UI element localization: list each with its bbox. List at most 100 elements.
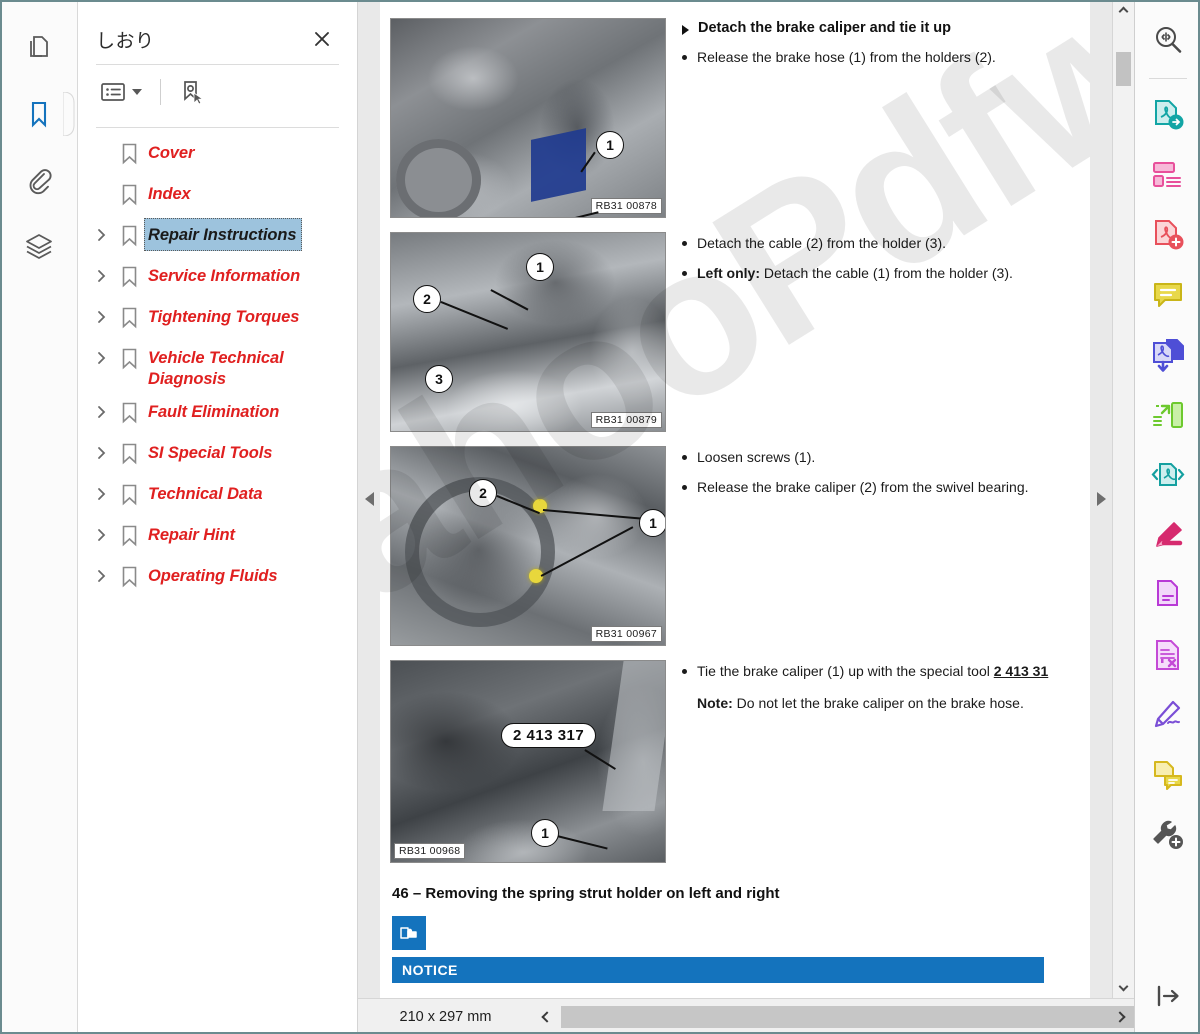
instruction-text-2: Detach the cable (2) from the holder (3)… <box>666 232 1090 432</box>
chevron-left-icon <box>541 1010 553 1023</box>
bookmark-label: Service Information <box>148 267 301 285</box>
bookmark-item-technical-data[interactable]: Technical Data <box>88 477 347 518</box>
bookmark-label: Cover <box>148 144 195 162</box>
highlight-text-icon[interactable] <box>1144 511 1192 559</box>
expand-chevron-icon[interactable] <box>88 218 114 242</box>
scroll-up-button[interactable] <box>1113 0 1135 20</box>
attachments-icon[interactable] <box>13 154 65 206</box>
bookmark-options-button[interactable] <box>96 78 146 106</box>
bookmark-icon <box>114 177 144 206</box>
organize-pages-icon[interactable] <box>1144 151 1192 199</box>
bookmark-icon <box>114 136 144 165</box>
expand-chevron-icon[interactable] <box>88 259 114 283</box>
content-block-1: 1 2 RB31 00878 Detach the brake caliper … <box>380 18 1090 218</box>
bookmark-label: Tightening Torques <box>148 308 300 326</box>
fill-and-sign-icon[interactable] <box>1144 571 1192 619</box>
bookmark-item-tightening-torques[interactable]: Tightening Torques <box>88 300 347 341</box>
bookmark-icon <box>114 477 144 506</box>
bookmark-icon <box>114 218 144 247</box>
figure-image: 2 413 317 1 RB31 00968 <box>390 660 666 863</box>
content-block-4: 2 413 317 1 RB31 00968 Tie the brake cal… <box>380 660 1090 863</box>
more-tools-icon[interactable] <box>1144 811 1192 859</box>
note-label: Note: <box>697 694 733 711</box>
collapse-pane-icon[interactable] <box>1144 972 1192 1020</box>
callout-marker: 1 <box>596 131 624 159</box>
request-signatures-icon[interactable] <box>1144 691 1192 739</box>
bookmark-label: Repair Hint <box>148 526 235 545</box>
collapse-right-panel-button[interactable] <box>1090 0 1112 998</box>
scrollbar-thumb[interactable] <box>561 1005 1171 1028</box>
bullet-dot <box>682 241 687 246</box>
status-bar: 210 x 297 mm <box>358 998 1171 1034</box>
scroll-left-button[interactable] <box>533 999 561 1034</box>
chevron-up-icon <box>1118 6 1129 17</box>
expand-chevron-icon[interactable] <box>88 518 114 542</box>
expand-chevron-icon[interactable] <box>88 341 114 365</box>
comment-icon[interactable] <box>1144 271 1192 319</box>
bullet-item: Loosen screws (1). <box>682 448 1090 467</box>
vertical-scrollbar[interactable] <box>1112 0 1134 998</box>
triangle-right-icon <box>1096 492 1106 506</box>
scroll-down-button[interactable] <box>1113 978 1135 998</box>
bookmark-item-repair-instructions[interactable]: Repair Instructions <box>88 218 347 259</box>
bookmark-item-fault-elimination[interactable]: Fault Elimination <box>88 395 347 436</box>
bookmark-icon <box>114 341 144 370</box>
export-pdf-icon[interactable] <box>1144 91 1192 139</box>
bullet-item: Tie the brake caliper (1) up with the sp… <box>682 662 1090 681</box>
bookmark-item-operating-fluids[interactable]: Operating Fluids <box>88 559 347 600</box>
divider <box>1148 78 1187 79</box>
bookmark-icon <box>114 300 144 329</box>
compress-pdf-icon[interactable] <box>1144 391 1192 439</box>
expand-chevron-icon[interactable] <box>88 395 114 419</box>
callout-pill: 2 413 317 <box>501 723 597 748</box>
redact-icon[interactable] <box>1144 631 1192 679</box>
bookmark-item-si-special-tools[interactable]: SI Special Tools <box>88 436 347 477</box>
bookmark-item-repair-hint[interactable]: Repair Hint <box>88 518 347 559</box>
bookmark-label: Repair Instructions <box>144 218 303 252</box>
create-pdf-icon[interactable] <box>1144 211 1192 259</box>
callout-marker: 2 <box>469 479 497 507</box>
expand-chevron-icon[interactable] <box>88 477 114 501</box>
horizontal-scrollbar[interactable] <box>533 998 1171 1034</box>
protect-pdf-icon[interactable] <box>1144 451 1192 499</box>
callout-marker: 1 <box>531 819 559 847</box>
bookmark-item-vehicle-technical-diagnosis[interactable]: Vehicle Technical Diagnosis <box>88 341 347 395</box>
bookmarks-panel: しおり Cover Index Repair Instructions Serv… <box>78 0 358 1034</box>
special-tool-number[interactable]: 2 413 31 <box>994 663 1049 679</box>
figure-image: 2 1 RB31 00967 <box>390 446 666 646</box>
right-tools-rail <box>1134 0 1200 1034</box>
bookmark-icon <box>114 395 144 424</box>
expand-chevron-icon[interactable] <box>88 436 114 460</box>
expand-chevron-icon[interactable] <box>88 559 114 583</box>
figure-code: RB31 00968 <box>394 843 466 859</box>
search-icon[interactable] <box>1144 16 1192 64</box>
stamp-icon[interactable] <box>1144 751 1192 799</box>
collapse-left-panel-button[interactable] <box>358 0 380 998</box>
pdf-page[interactable]: YahooPdfwnqwz 1 2 RB31 00878 <box>380 0 1090 998</box>
page-thumbnails-icon[interactable] <box>13 22 65 74</box>
figure-image: 1 2 3 RB31 00879 <box>390 232 666 432</box>
bullet-dot <box>682 455 687 460</box>
bookmarks-icon[interactable] <box>13 88 74 140</box>
instruction-text-3: Loosen screws (1). Release the brake cal… <box>666 446 1090 646</box>
bookmark-item-index[interactable]: Index <box>88 177 347 218</box>
bullet-item: Release the brake caliper (2) from the s… <box>682 478 1090 497</box>
expand-chevron-icon[interactable] <box>88 300 114 324</box>
new-bookmark-button[interactable] <box>175 76 209 108</box>
bookmark-icon <box>114 518 144 547</box>
bookmarks-panel-title: しおり <box>96 30 155 52</box>
close-icon[interactable] <box>309 26 335 52</box>
scrollbar-thumb[interactable] <box>1116 52 1131 86</box>
figure-code: RB31 00878 <box>590 198 662 214</box>
bookmarks-panel-header: しおり <box>78 0 357 56</box>
hand-pointer-icon <box>392 916 426 950</box>
callout-marker: 2 <box>413 285 441 313</box>
bookmark-item-service-information[interactable]: Service Information <box>88 259 347 300</box>
bookmark-item-cover[interactable]: Cover <box>88 136 347 177</box>
scrollbar-track[interactable] <box>561 1005 1171 1028</box>
layers-icon[interactable] <box>13 220 65 272</box>
chevron-down-icon <box>1118 981 1129 992</box>
combine-files-icon[interactable] <box>1144 331 1192 379</box>
divider <box>160 79 161 105</box>
bookmark-label: Fault Elimination <box>148 403 280 422</box>
